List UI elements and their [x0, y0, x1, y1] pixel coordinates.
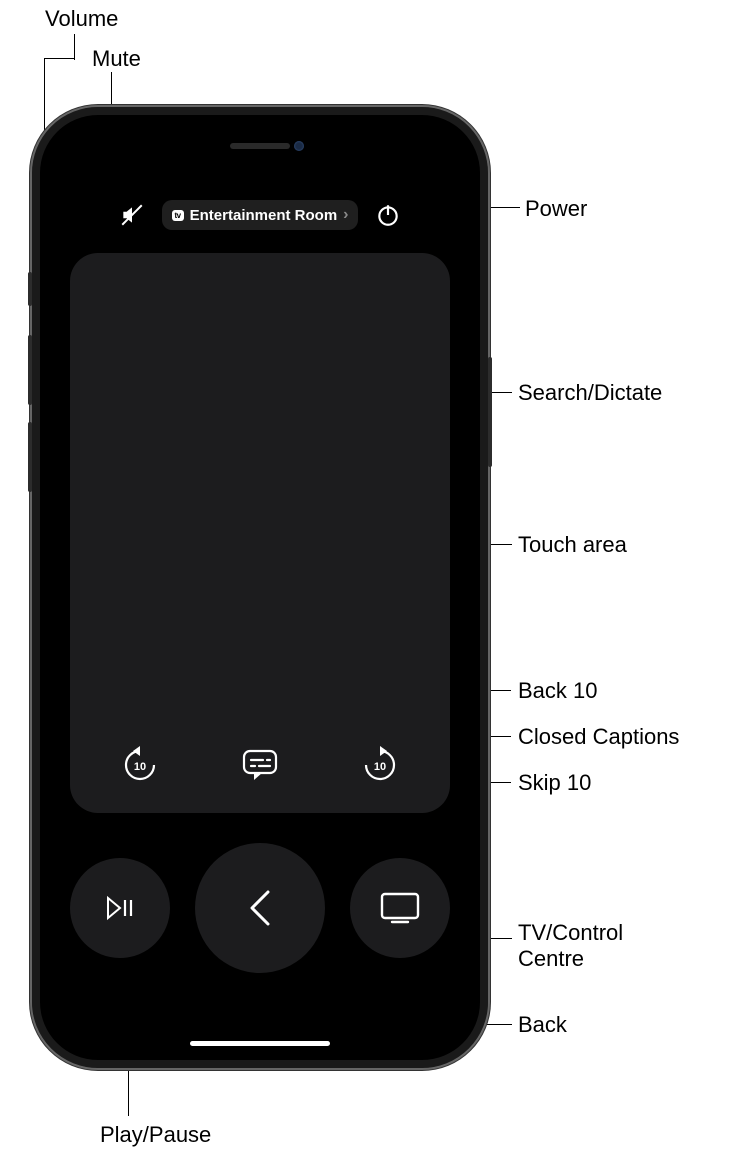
svg-text:10: 10	[374, 761, 386, 773]
home-indicator	[190, 1041, 330, 1046]
callout-touch-area: Touch area	[518, 532, 627, 558]
touch-area[interactable]: 10	[70, 253, 450, 813]
callout-tv-control-centre: TV/Control Centre	[518, 920, 623, 972]
svg-text:10: 10	[134, 761, 146, 773]
power-icon	[375, 202, 401, 228]
hw-volume-up	[28, 335, 32, 405]
hw-side-button	[488, 357, 492, 467]
callout-mute: Mute	[92, 46, 141, 72]
callout-play-pause: Play/Pause	[100, 1122, 211, 1148]
callout-volume: Volume	[45, 6, 118, 32]
tv-icon	[378, 890, 422, 926]
play-pause-icon	[100, 888, 140, 928]
power-button[interactable]	[372, 199, 404, 231]
callout-back10: Back 10	[518, 678, 598, 704]
callout-skip10: Skip 10	[518, 770, 591, 796]
chevron-right-icon: ›	[343, 206, 348, 224]
play-pause-button[interactable]	[70, 858, 170, 958]
closed-captions-button[interactable]	[230, 735, 290, 795]
hw-silent-switch	[28, 272, 32, 306]
callout-cc: Closed Captions	[518, 724, 679, 750]
remote-bottom-row	[70, 843, 450, 973]
callout-power: Power	[525, 196, 587, 222]
back-10-button[interactable]: 10	[110, 735, 170, 795]
callout-back: Back	[518, 1012, 567, 1038]
device-name-label: Entertainment Room	[190, 207, 338, 224]
appletv-badge-icon: tv	[172, 210, 184, 221]
back-button[interactable]	[195, 843, 325, 973]
chevron-left-icon	[244, 886, 276, 930]
mute-icon	[119, 202, 145, 228]
callout-search-dictate: Search/Dictate	[518, 380, 662, 406]
phone-frame: tv Entertainment Room ›	[30, 105, 490, 1070]
phone-screen: tv Entertainment Room ›	[44, 119, 476, 1056]
touchpad-bottom-controls: 10	[70, 735, 450, 795]
closed-captions-icon	[240, 747, 280, 783]
tv-control-centre-button[interactable]	[350, 858, 450, 958]
hw-volume-down	[28, 422, 32, 492]
remote-header-row: tv Entertainment Room ›	[61, 199, 458, 231]
mute-button[interactable]	[116, 199, 148, 231]
device-selector[interactable]: tv Entertainment Room ›	[162, 200, 359, 230]
skip-10-icon: 10	[360, 745, 400, 785]
skip-10-button[interactable]: 10	[350, 735, 410, 795]
back-10-icon: 10	[120, 745, 160, 785]
